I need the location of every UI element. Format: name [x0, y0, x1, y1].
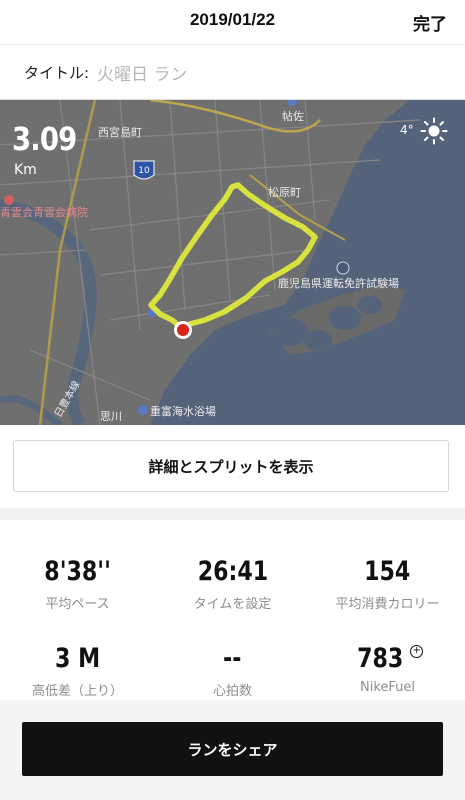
sun-icon — [420, 117, 448, 145]
title-label: タイトル: — [24, 64, 90, 82]
stat-value: -- — [223, 643, 242, 674]
end-marker-icon — [177, 324, 189, 336]
run-date: 2019/01/22 — [189, 10, 276, 29]
stat-heart-rate: -- 心拍数 — [155, 643, 310, 699]
section-divider — [0, 508, 465, 520]
stat-value: 3 M — [54, 643, 101, 674]
stat-label: 高低差（上り） — [31, 684, 123, 699]
map-label-hospital: 青雲会青雲会病院 — [0, 205, 88, 219]
stat-average-pace: 8'38'' 平均ペース — [0, 556, 155, 612]
stat-nikefuel: 783 + NikeFuel — [310, 643, 465, 695]
share-run-button[interactable]: ランをシェア — [22, 722, 443, 776]
stat-label: 平均消費カロリー — [335, 597, 440, 612]
distance-unit: Km — [14, 162, 37, 178]
stat-label: NikeFuel — [359, 680, 415, 695]
stat-calories: 154 平均消費カロリー — [310, 556, 465, 612]
hospital-marker-icon — [4, 195, 14, 205]
map-label-hosa: 帖佐 — [282, 109, 304, 123]
header-bar: 2019/01/22 完了 — [0, 0, 465, 45]
stat-value: 154 — [364, 556, 411, 587]
beach-marker-icon — [138, 405, 148, 415]
route-10-shield: 10 — [133, 160, 155, 180]
map-label-omokawa: 思川 — [100, 410, 122, 423]
stat-label: 心拍数 — [212, 684, 252, 699]
nikefuel-plus-icon: + — [410, 645, 424, 658]
run-summary-screen: 2019/01/22 完了 タイトル: 火曜日 ラン 10 西宮島町 青雲会青雲… — [0, 0, 465, 800]
map-label-matsubara: 松原町 — [268, 185, 301, 199]
license-center-marker-icon — [336, 261, 350, 275]
title-input[interactable]: 火曜日 ラン — [97, 60, 187, 85]
stat-duration: 26:41 タイムを設定 — [155, 556, 310, 612]
map-label-license-center: 鹿児島県運転免許試験場 — [278, 276, 399, 290]
map-label-beach: 重富海水浴場 — [150, 404, 216, 418]
done-button[interactable]: 完了 — [413, 10, 447, 35]
title-row[interactable]: タイトル: 火曜日 ラン — [0, 45, 465, 100]
distance-value: 3.09 — [12, 120, 77, 158]
stat-label: タイムを設定 — [193, 597, 272, 612]
route-map[interactable]: 10 西宮島町 青雲会青雲会病院 帖佐 松原町 鹿児島県運転免許試験場 重富海水… — [0, 100, 465, 425]
route-10-label: 10 — [138, 166, 150, 176]
stat-value: 8'38'' — [44, 556, 111, 587]
stat-label: 平均ペース — [45, 597, 110, 612]
stat-value: 783 — [356, 643, 404, 674]
stat-value: 26:41 — [197, 556, 268, 587]
stat-elevation-gain: 3 M 高低差（上り） — [0, 643, 155, 699]
map-label-nishimiyajima: 西宮島町 — [98, 125, 142, 139]
view-details-splits-button[interactable]: 詳細とスプリットを表示 — [13, 440, 449, 492]
temperature-value: 4° — [400, 123, 414, 137]
